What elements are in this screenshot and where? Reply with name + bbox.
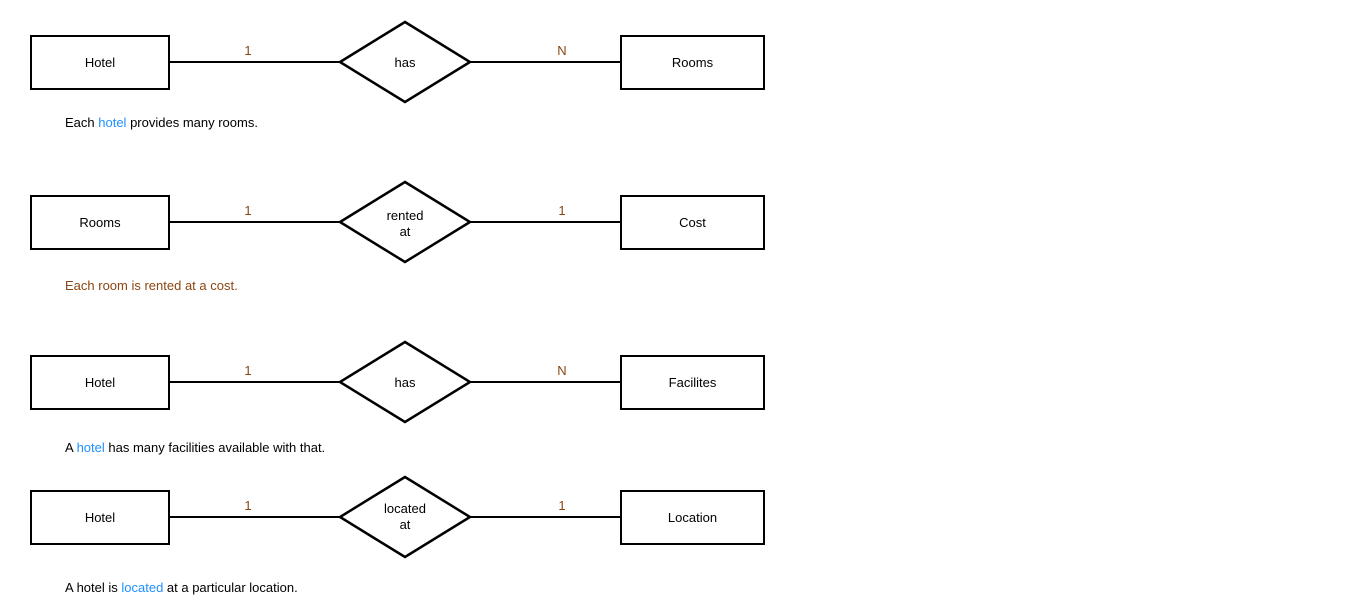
svg-text:has: has bbox=[395, 375, 416, 390]
svg-text:rented: rented bbox=[387, 208, 424, 223]
entity-cost: Cost bbox=[620, 195, 765, 250]
entity-hotel-3: Hotel bbox=[30, 355, 170, 410]
svg-text:at: at bbox=[400, 224, 411, 239]
entity-hotel-4-label: Hotel bbox=[85, 510, 115, 525]
entity-cost-label: Cost bbox=[679, 215, 706, 230]
caption-hotel-location: A hotel is located at a particular locat… bbox=[65, 580, 298, 595]
svg-text:located: located bbox=[384, 501, 426, 516]
entity-hotel-3-label: Hotel bbox=[85, 375, 115, 390]
svg-text:at: at bbox=[400, 517, 411, 532]
entity-location-label: Location bbox=[668, 510, 717, 525]
caption-hotel-rooms: Each hotel provides many rooms. bbox=[65, 115, 258, 130]
svg-text:N: N bbox=[557, 363, 566, 378]
entity-rooms-1-label: Rooms bbox=[672, 55, 713, 70]
entity-location: Location bbox=[620, 490, 765, 545]
svg-text:1: 1 bbox=[558, 203, 565, 218]
er-diagram-container: has 1 N rented at 1 1 has 1 N located at… bbox=[0, 0, 1360, 612]
entity-rooms-1: Rooms bbox=[620, 35, 765, 90]
svg-text:1: 1 bbox=[244, 203, 251, 218]
svg-text:N: N bbox=[557, 43, 566, 58]
svg-text:1: 1 bbox=[244, 363, 251, 378]
svg-text:1: 1 bbox=[244, 43, 251, 58]
entity-hotel-1: Hotel bbox=[30, 35, 170, 90]
entity-facilites-label: Facilites bbox=[669, 375, 717, 390]
entity-hotel-1-label: Hotel bbox=[85, 55, 115, 70]
caption-hotel-facilites: A hotel has many facilities available wi… bbox=[65, 440, 325, 455]
caption-rooms-cost: Each room is rented at a cost. bbox=[65, 278, 238, 293]
entity-hotel-4: Hotel bbox=[30, 490, 170, 545]
entity-rooms-2: Rooms bbox=[30, 195, 170, 250]
svg-text:1: 1 bbox=[558, 498, 565, 513]
svg-text:1: 1 bbox=[244, 498, 251, 513]
svg-text:has: has bbox=[395, 55, 416, 70]
entity-rooms-2-label: Rooms bbox=[79, 215, 120, 230]
entity-facilites: Facilites bbox=[620, 355, 765, 410]
